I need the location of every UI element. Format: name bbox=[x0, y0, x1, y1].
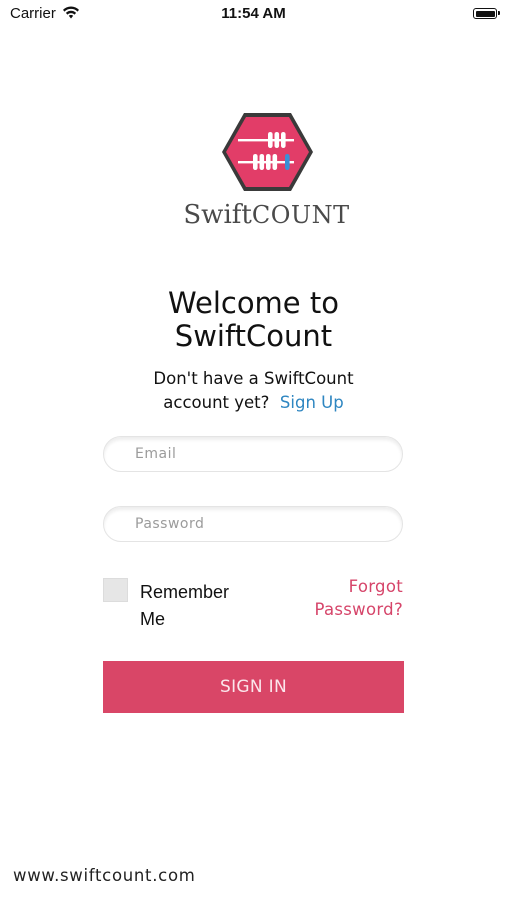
clock: 11:54 AM bbox=[221, 5, 286, 22]
wordmark-count: COUNT bbox=[251, 201, 350, 229]
remember-me-label[interactable]: Remember Me bbox=[140, 579, 260, 633]
battery-icon bbox=[473, 8, 500, 19]
swiftcount-wordmark: SwiftCOUNT bbox=[0, 200, 507, 230]
remember-me-line-1: Remember bbox=[140, 582, 230, 602]
welcome-line-1: Welcome to bbox=[168, 286, 339, 320]
wordmark-swift: Swift bbox=[183, 200, 252, 230]
forgot-password-line-2: Password? bbox=[314, 600, 403, 619]
sign-up-link[interactable]: Sign Up bbox=[280, 393, 344, 412]
password-field[interactable] bbox=[103, 506, 403, 542]
remember-me-checkbox[interactable] bbox=[103, 578, 128, 602]
status-bar: Carrier 11:54 AM bbox=[0, 0, 507, 30]
sign-in-button[interactable]: SIGN IN bbox=[103, 661, 404, 713]
email-field[interactable] bbox=[103, 436, 403, 472]
signup-prompt: Don't have a SwiftCount account yet? Sig… bbox=[0, 367, 507, 415]
signup-prompt-line-2: account yet? bbox=[163, 393, 270, 412]
remember-me-line-2: Me bbox=[140, 609, 166, 629]
forgot-password-link[interactable]: Forgot Password? bbox=[280, 575, 403, 621]
signup-prompt-line-1: Don't have a SwiftCount bbox=[153, 369, 354, 388]
welcome-line-2: SwiftCount bbox=[174, 319, 333, 353]
swiftcount-logo-icon bbox=[222, 113, 313, 191]
footer-website-url: www.swiftcount.com bbox=[13, 866, 196, 885]
forgot-password-line-1: Forgot bbox=[348, 577, 403, 596]
welcome-title: Welcome to SwiftCount bbox=[0, 287, 507, 353]
